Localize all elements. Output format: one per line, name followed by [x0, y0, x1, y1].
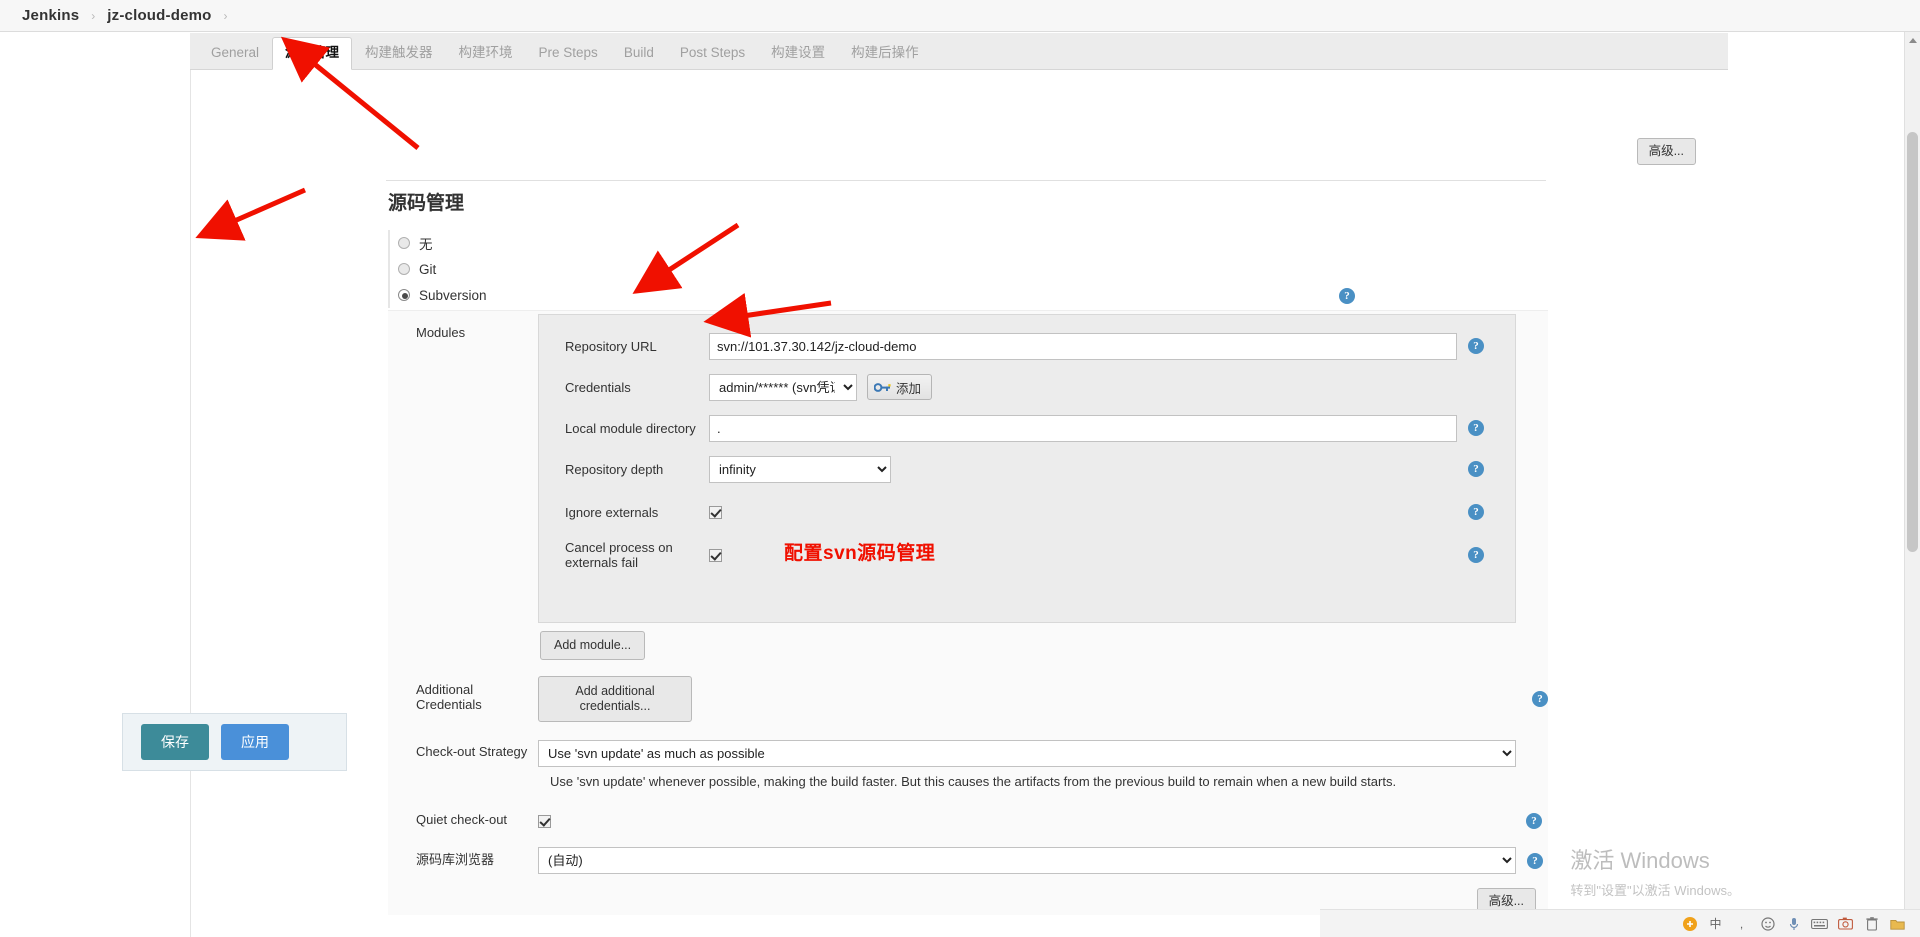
- tab-pre-steps[interactable]: Pre Steps: [526, 37, 611, 70]
- breadcrumb-item-job[interactable]: jz-cloud-demo: [107, 7, 211, 24]
- modules-frame: Repository URL ? Credentials admin/*****…: [538, 314, 1516, 623]
- breadcrumb-item-jenkins[interactable]: Jenkins: [22, 7, 79, 24]
- tab-post-build-actions[interactable]: 构建后操作: [838, 37, 932, 70]
- tab-build-settings[interactable]: 构建设置: [758, 37, 838, 70]
- save-button[interactable]: 保存: [141, 724, 209, 760]
- folder-icon[interactable]: [1889, 915, 1906, 932]
- field-repository-url: Repository URL ?: [539, 329, 1515, 363]
- scm-option-subversion-label: Subversion: [419, 287, 487, 303]
- field-cancel-process-on-externals-fail: Cancel process on externals fail ?: [539, 538, 1515, 572]
- scm-option-subversion[interactable]: Subversion: [398, 282, 487, 308]
- mic-icon[interactable]: [1785, 915, 1802, 932]
- add-credentials-label: 添加: [896, 381, 922, 396]
- left-gutter: [0, 32, 190, 937]
- taskbar: 中 ,: [1320, 909, 1920, 937]
- key-icon: [873, 381, 891, 394]
- row-additional-credentials: Additional Credentials Add additional cr…: [388, 670, 1548, 722]
- row-repo-browser: 源码库浏览器 (自动) ?: [388, 829, 1548, 874]
- breadcrumb-separator-icon-2: ›: [223, 8, 228, 23]
- section-divider: [386, 180, 1546, 181]
- repo-browser-select[interactable]: (自动): [538, 847, 1516, 874]
- field-local-module-directory: Local module directory ?: [539, 411, 1515, 445]
- radio-git-icon[interactable]: [398, 263, 410, 275]
- sogou-ime-icon[interactable]: [1681, 915, 1698, 932]
- tab-build-triggers[interactable]: 构建触发器: [352, 37, 446, 70]
- quiet-checkout-label: Quiet check-out: [416, 811, 508, 827]
- scm-option-none-label: 无: [419, 237, 433, 252]
- tab-general[interactable]: General: [198, 37, 272, 70]
- help-icon-cancel-process[interactable]: ?: [1468, 547, 1484, 563]
- breadcrumb-separator-icon: ›: [91, 8, 96, 23]
- form-action-bar: 保存 应用: [122, 713, 347, 771]
- help-icon-additional-credentials[interactable]: ?: [1532, 691, 1548, 707]
- scrollbar-thumb[interactable]: [1907, 132, 1918, 552]
- local-module-directory-label: Local module directory: [565, 420, 696, 436]
- advanced-button-top[interactable]: 高级...: [1636, 138, 1696, 165]
- vertical-scrollbar[interactable]: [1904, 32, 1920, 937]
- tab-build[interactable]: Build: [611, 37, 667, 70]
- credentials-label: Credentials: [565, 379, 631, 395]
- tab-source-code-management[interactable]: 源码管理: [272, 36, 353, 70]
- help-icon-local-module-directory[interactable]: ?: [1468, 420, 1484, 436]
- apply-button[interactable]: 应用: [221, 724, 289, 760]
- help-icon-ignore-externals[interactable]: ?: [1468, 504, 1484, 520]
- screenshot-icon[interactable]: [1837, 915, 1854, 932]
- jenkins-job-config-screen: Jenkins › jz-cloud-demo › General 源码管理 构…: [0, 0, 1920, 937]
- repository-depth-select[interactable]: infinity: [709, 455, 891, 483]
- repository-depth-label: Repository depth: [565, 461, 664, 477]
- tab-build-environment[interactable]: 构建环境: [446, 37, 526, 70]
- advanced-top-row: 高级...: [1636, 138, 1696, 165]
- scm-option-git-label: Git: [419, 261, 437, 277]
- config-panel: 高级... 源码管理 无 Git Subversion ? Modules Re…: [190, 70, 1728, 937]
- cancel-process-label: Cancel process on externals fail: [565, 540, 673, 570]
- ignore-externals-label: Ignore externals: [565, 504, 659, 520]
- additional-credentials-label: Additional Credentials: [416, 682, 482, 712]
- help-icon-repository-depth[interactable]: ?: [1468, 461, 1484, 477]
- row-quiet-checkout: Quiet check-out ?: [388, 793, 1548, 829]
- row-checkout-strategy: Check-out Strategy Use 'svn update' as m…: [388, 722, 1548, 767]
- modules-label: Modules: [416, 325, 466, 340]
- page-title: 源码管理: [388, 193, 465, 214]
- keyboard-icon[interactable]: [1811, 915, 1828, 932]
- scm-radio-group: 无 Git Subversion: [388, 230, 487, 308]
- scroll-up-arrow-icon[interactable]: [1909, 38, 1917, 43]
- trash-icon[interactable]: [1863, 915, 1880, 932]
- cancel-process-checkbox[interactable]: [709, 548, 722, 562]
- repository-url-input[interactable]: [709, 332, 1457, 360]
- annotation-text: 配置svn源码管理: [784, 543, 936, 564]
- checkout-strategy-label: Check-out Strategy: [416, 744, 528, 759]
- add-additional-credentials-button[interactable]: Add additional credentials...: [538, 676, 692, 722]
- field-repository-depth: Repository depth infinity ?: [539, 452, 1515, 486]
- scm-option-none[interactable]: 无: [398, 230, 487, 256]
- tab-post-steps[interactable]: Post Steps: [667, 37, 758, 70]
- help-icon-repository-url[interactable]: ?: [1468, 338, 1484, 354]
- radio-none-icon[interactable]: [398, 237, 410, 249]
- field-credentials: Credentials admin/****** (svn凭证) 添加: [539, 370, 1515, 404]
- smiley-icon[interactable]: [1759, 915, 1776, 932]
- scm-option-git[interactable]: Git: [398, 256, 487, 282]
- help-icon-subversion[interactable]: ?: [1339, 288, 1355, 304]
- config-tabbar: General 源码管理 构建触发器 构建环境 Pre Steps Build …: [190, 33, 1728, 70]
- comma-icon[interactable]: ,: [1733, 915, 1750, 932]
- local-module-directory-input[interactable]: [709, 414, 1457, 442]
- help-icon-quiet-checkout[interactable]: ?: [1526, 813, 1542, 829]
- quiet-checkout-checkbox[interactable]: [538, 814, 551, 828]
- breadcrumb: Jenkins › jz-cloud-demo ›: [0, 0, 1920, 32]
- add-credentials-button[interactable]: 添加: [867, 374, 933, 400]
- subversion-config-block: Modules Repository URL ? Credentials: [388, 310, 1548, 915]
- radio-subversion-icon[interactable]: [398, 289, 410, 301]
- repo-browser-label: 源码库浏览器: [416, 852, 495, 867]
- ignore-externals-checkbox[interactable]: [709, 505, 722, 519]
- ime-mode-label[interactable]: 中: [1707, 915, 1724, 932]
- credentials-select[interactable]: admin/****** (svn凭证): [709, 373, 857, 401]
- checkout-strategy-description: Use 'svn update' whenever possible, maki…: [550, 774, 1397, 789]
- add-module-button[interactable]: Add module...: [540, 631, 646, 660]
- field-ignore-externals: Ignore externals ?: [539, 495, 1515, 529]
- help-icon-repo-browser[interactable]: ?: [1527, 852, 1543, 869]
- repository-url-label: Repository URL: [565, 338, 657, 354]
- checkout-strategy-select[interactable]: Use 'svn update' as much as possible: [538, 740, 1516, 767]
